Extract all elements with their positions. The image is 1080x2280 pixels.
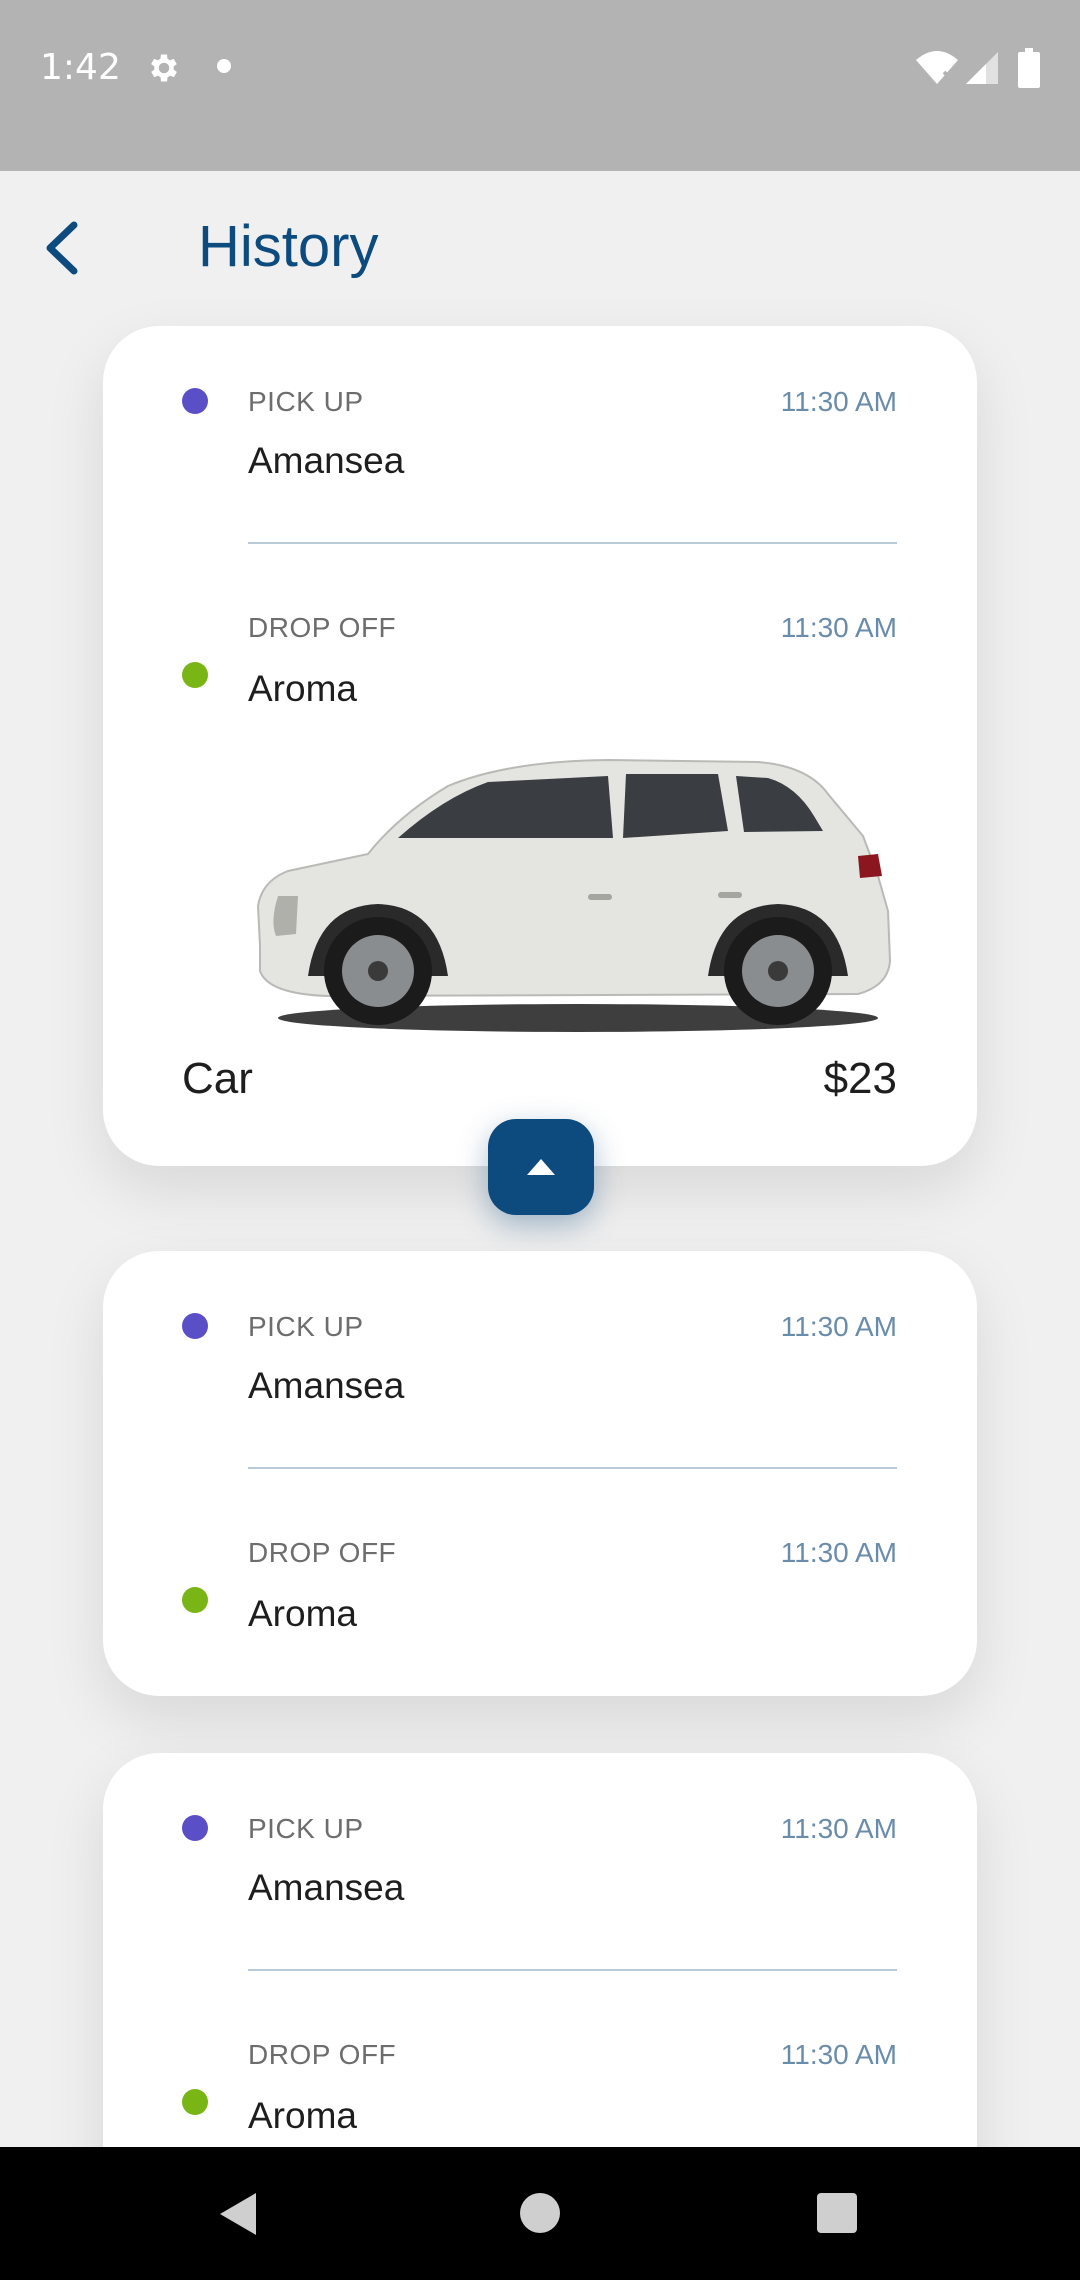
pickup-label: PICK UP: [248, 386, 364, 417]
divider: [248, 1467, 897, 1469]
pickup-time: 11:30 AM: [780, 1311, 897, 1342]
divider: [248, 1969, 897, 1971]
chevron-left-icon: [46, 221, 78, 275]
pickup-label: PICK UP: [248, 1813, 364, 1844]
car-image: [248, 746, 908, 1046]
dropoff-dot-icon: [182, 1587, 208, 1613]
dropoff-dot-icon: [182, 2089, 208, 2115]
dropoff-time: 11:30 AM: [780, 612, 897, 643]
dropoff-label: DROP OFF: [248, 1537, 397, 1568]
dropoff-dot-icon: [182, 662, 208, 688]
dropoff-label: DROP OFF: [248, 2039, 397, 2070]
nav-recents-icon[interactable]: [817, 2193, 857, 2233]
pickup-time: 11:30 AM: [780, 386, 897, 417]
dropoff-time: 11:30 AM: [780, 2039, 897, 2070]
divider: [248, 542, 897, 544]
app-bar: History: [0, 171, 1080, 321]
triangle-up-icon: [527, 1159, 555, 1175]
pickup-place: Amansea: [248, 440, 405, 481]
page-title: History: [198, 214, 379, 279]
cell-signal-icon: [964, 50, 1000, 90]
pickup-time: 11:30 AM: [780, 1813, 897, 1844]
dropoff-label: DROP OFF: [248, 612, 397, 643]
vehicle-type: Car: [182, 1054, 253, 1103]
status-time: 1:42: [40, 47, 121, 88]
gear-icon: [146, 50, 182, 90]
fare-amount: $23: [823, 1054, 897, 1103]
pickup-dot-icon: [182, 388, 208, 414]
nav-back-icon[interactable]: [216, 2189, 260, 2243]
wifi-off-icon: [914, 50, 960, 90]
dropoff-place: Aroma: [248, 2095, 357, 2136]
collapse-button[interactable]: [488, 1119, 594, 1215]
pickup-place: Amansea: [248, 1867, 405, 1908]
trip-card[interactable]: PICK UP 11:30 AM Amansea DROP OFF 11:30 …: [103, 326, 977, 1166]
system-nav-bar: [0, 2147, 1080, 2280]
back-button[interactable]: [34, 213, 94, 283]
dropoff-place: Aroma: [248, 1593, 357, 1634]
pickup-place: Amansea: [248, 1365, 405, 1406]
dropoff-place: Aroma: [248, 668, 357, 709]
pickup-dot-icon: [182, 1313, 208, 1339]
pickup-dot-icon: [182, 1815, 208, 1841]
pickup-label: PICK UP: [248, 1311, 364, 1342]
nav-home-icon[interactable]: [520, 2193, 560, 2233]
trip-card[interactable]: PICK UP 11:30 AM Amansea DROP OFF 11:30 …: [103, 1251, 977, 1696]
dropoff-time: 11:30 AM: [780, 1537, 897, 1568]
battery-icon: [1018, 48, 1040, 92]
notification-dot-icon: [217, 59, 231, 73]
status-bar: 1:42: [0, 0, 1080, 171]
